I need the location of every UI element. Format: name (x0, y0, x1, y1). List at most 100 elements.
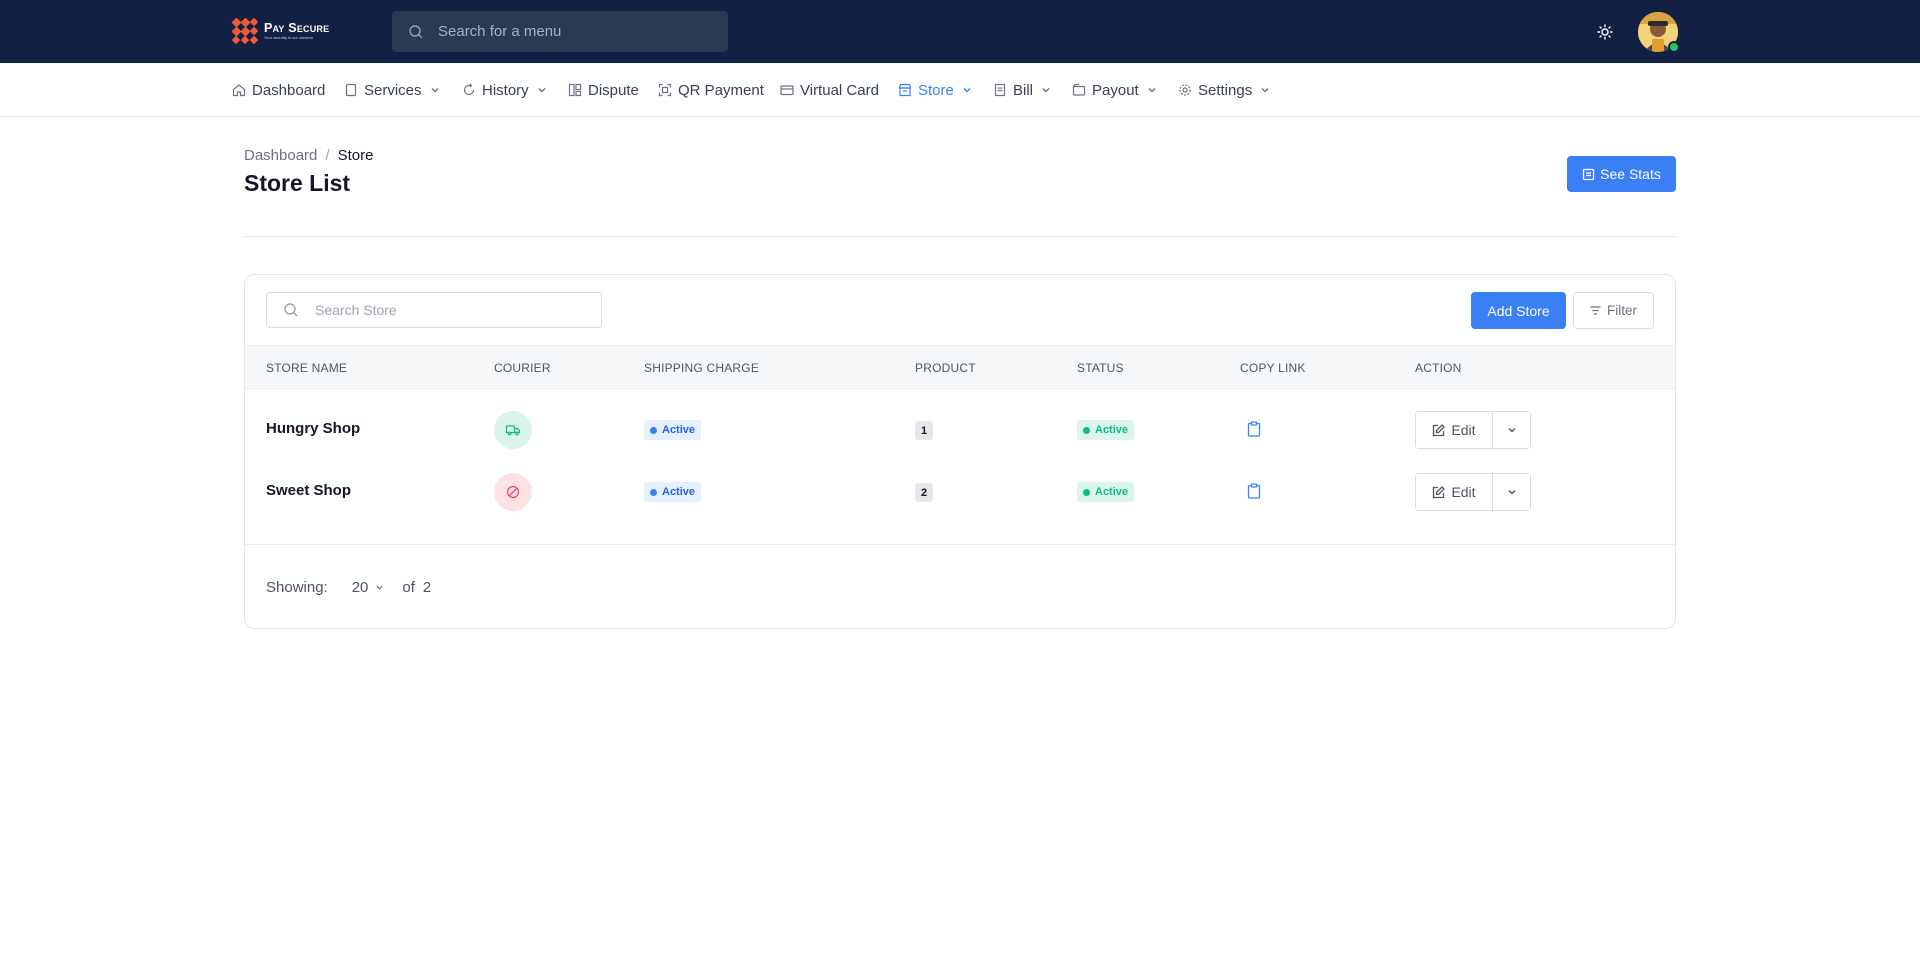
header-copy-link: COPY LINK (1240, 361, 1306, 375)
chevron-down-icon (963, 88, 971, 93)
qr-icon (658, 83, 672, 97)
nav-dashboard[interactable]: Dashboard (232, 80, 325, 100)
status-dot (1083, 488, 1090, 496)
status-badge: Active (1077, 420, 1135, 440)
store-search-input[interactable] (315, 302, 575, 318)
shipping-charge-label: Active (662, 424, 696, 436)
header-shipping-charge[interactable]: SHIPPING CHARGE (644, 361, 759, 375)
refresh-icon (463, 83, 475, 96)
stats-icon (1582, 168, 1595, 180)
total-count: 2 (422, 579, 432, 596)
add-store-button[interactable]: Add Store (1471, 292, 1566, 329)
action-button-group: Edit (1415, 411, 1531, 449)
theme-toggle-button[interactable] (1594, 21, 1616, 43)
user-avatar[interactable] (1638, 12, 1680, 53)
card-icon (780, 85, 794, 96)
see-stats-label: See Stats (1600, 166, 1661, 182)
nav-dispute[interactable]: Dispute (568, 80, 639, 100)
chevron-down-icon (538, 88, 546, 93)
filter-label: Filter (1607, 303, 1637, 318)
store-search[interactable] (266, 292, 602, 328)
home-icon (232, 84, 246, 97)
brand-logo[interactable]: Pay Secure Your security is our concern (232, 18, 329, 44)
nav-settings[interactable]: Settings (1178, 80, 1270, 100)
nav-qr-payment[interactable]: QR Payment (658, 80, 764, 100)
nav-store[interactable]: Store (898, 80, 972, 100)
file-icon (345, 83, 357, 97)
brand-name: Pay Secure (264, 21, 330, 35)
status-dot (650, 426, 657, 434)
copy-link-button[interactable] (1247, 421, 1261, 437)
menu-search[interactable] (392, 11, 728, 52)
chevron-down-icon (1508, 490, 1515, 495)
search-icon (409, 24, 423, 38)
wallet-icon (1072, 83, 1086, 96)
table-header: STORE NAME COURIER SHIPPING CHARGE PRODU… (245, 345, 1675, 389)
product-count-badge: 1 (915, 421, 933, 440)
menu-search-input[interactable] (438, 23, 708, 40)
nav-label: Dispute (588, 81, 639, 99)
store-name[interactable]: Hungry Shop (266, 420, 360, 437)
edit-label: Edit (1451, 422, 1476, 438)
table-row: Sweet Shop Active 2 Active Edit (245, 461, 1675, 523)
breadcrumb-dashboard-link[interactable]: Dashboard (244, 147, 317, 164)
more-actions-button[interactable] (1493, 412, 1530, 448)
nav-label: History (482, 81, 529, 99)
courier-toggle[interactable] (494, 411, 532, 449)
see-stats-button[interactable]: See Stats (1567, 156, 1676, 192)
store-icon (898, 83, 912, 97)
showing-label: Showing: (266, 579, 328, 596)
gear-icon (1179, 84, 1191, 96)
pagination: Showing: 20 of 2 (266, 579, 431, 596)
per-page-select[interactable]: 20 (352, 579, 385, 596)
footer-divider (245, 544, 1675, 545)
header-courier[interactable]: COURIER (494, 361, 551, 375)
nav-label: Services (364, 81, 422, 99)
online-status-dot (1668, 41, 1680, 53)
edit-button[interactable]: Edit (1416, 474, 1493, 510)
nav-history[interactable]: History (462, 80, 547, 100)
product-count-badge: 2 (915, 483, 933, 502)
nav-bill[interactable]: Bill (993, 80, 1051, 100)
main-navbar: Dashboard Services History Dispute QR Pa… (0, 63, 1920, 117)
edit-button[interactable]: Edit (1416, 412, 1493, 448)
nav-label: Store (918, 81, 954, 99)
header-status[interactable]: STATUS (1077, 361, 1124, 375)
header-store-name[interactable]: STORE NAME (266, 361, 347, 375)
bill-icon (994, 83, 1006, 97)
nav-label: Dashboard (252, 81, 326, 99)
of-label: of (402, 579, 415, 596)
logo-icon (232, 18, 258, 44)
clipboard-icon (1247, 421, 1261, 437)
edit-icon (1433, 485, 1446, 498)
top-bar: Pay Secure Your security is our concern (0, 0, 1920, 63)
clipboard-icon (1247, 483, 1261, 499)
chevron-down-icon (1042, 88, 1050, 93)
nav-label: Settings (1198, 81, 1253, 99)
filter-button[interactable]: Filter (1573, 292, 1654, 329)
more-actions-button[interactable] (1493, 474, 1530, 510)
courier-toggle[interactable] (494, 473, 532, 511)
nav-virtual-card[interactable]: Virtual Card (780, 80, 879, 100)
shipping-charge-label: Active (662, 486, 696, 498)
action-button-group: Edit (1415, 473, 1531, 511)
chevron-down-icon (1261, 88, 1269, 93)
shipping-charge-badge: Active (644, 482, 702, 502)
nav-label: QR Payment (678, 81, 764, 99)
status-badge: Active (1077, 482, 1135, 502)
filter-icon (1590, 306, 1601, 315)
status-dot (650, 488, 657, 496)
nav-payout[interactable]: Payout (1072, 80, 1157, 100)
chevron-down-icon (1148, 88, 1156, 93)
store-list-card: Add Store Filter STORE NAME COURIER SHIP… (244, 274, 1676, 629)
nav-label: Payout (1092, 81, 1139, 99)
nav-services[interactable]: Services (344, 80, 440, 100)
nav-label: Bill (1013, 81, 1034, 99)
copy-link-button[interactable] (1247, 483, 1261, 499)
edit-icon (1433, 423, 1446, 436)
store-name[interactable]: Sweet Shop (266, 482, 351, 499)
table-row: Hungry Shop Active 1 Active Edit (245, 399, 1675, 461)
header-product[interactable]: PRODUCT (915, 361, 976, 375)
breadcrumb: Dashboard / Store (244, 147, 373, 164)
status-dot (1083, 426, 1090, 434)
